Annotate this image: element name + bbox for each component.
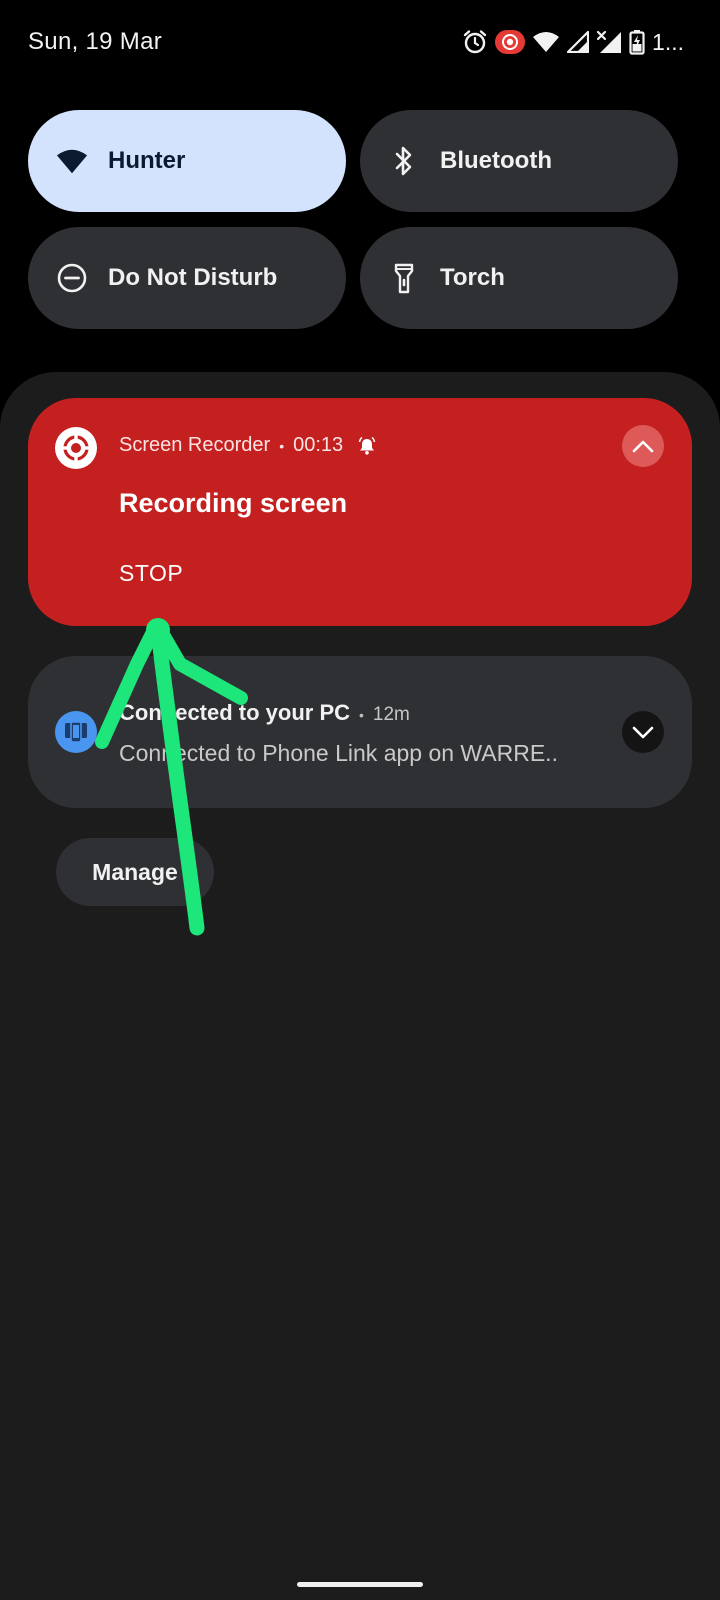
expand-button[interactable] (622, 711, 664, 753)
wifi-icon (533, 32, 560, 52)
chevron-up-icon (632, 440, 654, 453)
app-name: Screen Recorder (119, 434, 271, 456)
tile-do-not-disturb[interactable]: Do Not Disturb (28, 227, 346, 329)
notification-header: Connected to your PC • 12m (119, 700, 410, 726)
status-icons: 1... (462, 26, 684, 58)
tile-label: Hunter (108, 147, 186, 174)
tile-label: Do Not Disturb (108, 264, 278, 291)
notification-title: Connected to your PC (119, 700, 351, 725)
separator-dot: • (279, 437, 285, 454)
screen-recorder-app-icon (55, 427, 97, 469)
collapse-button[interactable] (622, 425, 664, 467)
tile-wifi[interactable]: Hunter (28, 110, 346, 212)
wifi-icon (56, 145, 88, 177)
torch-icon (388, 262, 420, 294)
status-bar: Sun, 19 Mar 1... (0, 0, 720, 86)
alarm-icon (463, 30, 487, 54)
battery-percentage: 1... (652, 28, 684, 55)
phone-link-notification[interactable]: Connected to your PC • 12m Connected to … (28, 656, 692, 808)
home-indicator[interactable] (297, 1582, 423, 1587)
manage-button[interactable]: Manage (56, 838, 214, 906)
notification-header: Screen Recorder • 00:13 (119, 434, 377, 457)
status-date: Sun, 19 Mar (28, 28, 163, 55)
separator-dot: • (359, 707, 364, 723)
signal-no-service-icon (596, 30, 622, 53)
tile-label: Bluetooth (440, 147, 552, 174)
notification-title: Recording screen (119, 488, 348, 518)
phone-link-app-icon (55, 711, 97, 753)
tile-label: Torch (440, 264, 505, 291)
stop-button[interactable]: STOP (119, 560, 183, 587)
elapsed-time: 00:13 (293, 434, 344, 456)
alert-bell-icon (357, 436, 377, 456)
battery-charging-icon (629, 30, 645, 55)
tile-torch[interactable]: Torch (360, 227, 678, 329)
notification-text: Connected to Phone Link app on WARRE.. (119, 740, 558, 766)
screen-recorder-notification[interactable]: Screen Recorder • 00:13 Recording screen… (28, 398, 692, 626)
do-not-disturb-icon (56, 262, 88, 294)
screen-record-icon (495, 30, 526, 54)
bluetooth-icon (388, 145, 420, 177)
tile-bluetooth[interactable]: Bluetooth (360, 110, 678, 212)
chevron-down-icon (632, 726, 654, 739)
notification-time: 12m (372, 704, 410, 725)
signal-icon (567, 31, 590, 53)
